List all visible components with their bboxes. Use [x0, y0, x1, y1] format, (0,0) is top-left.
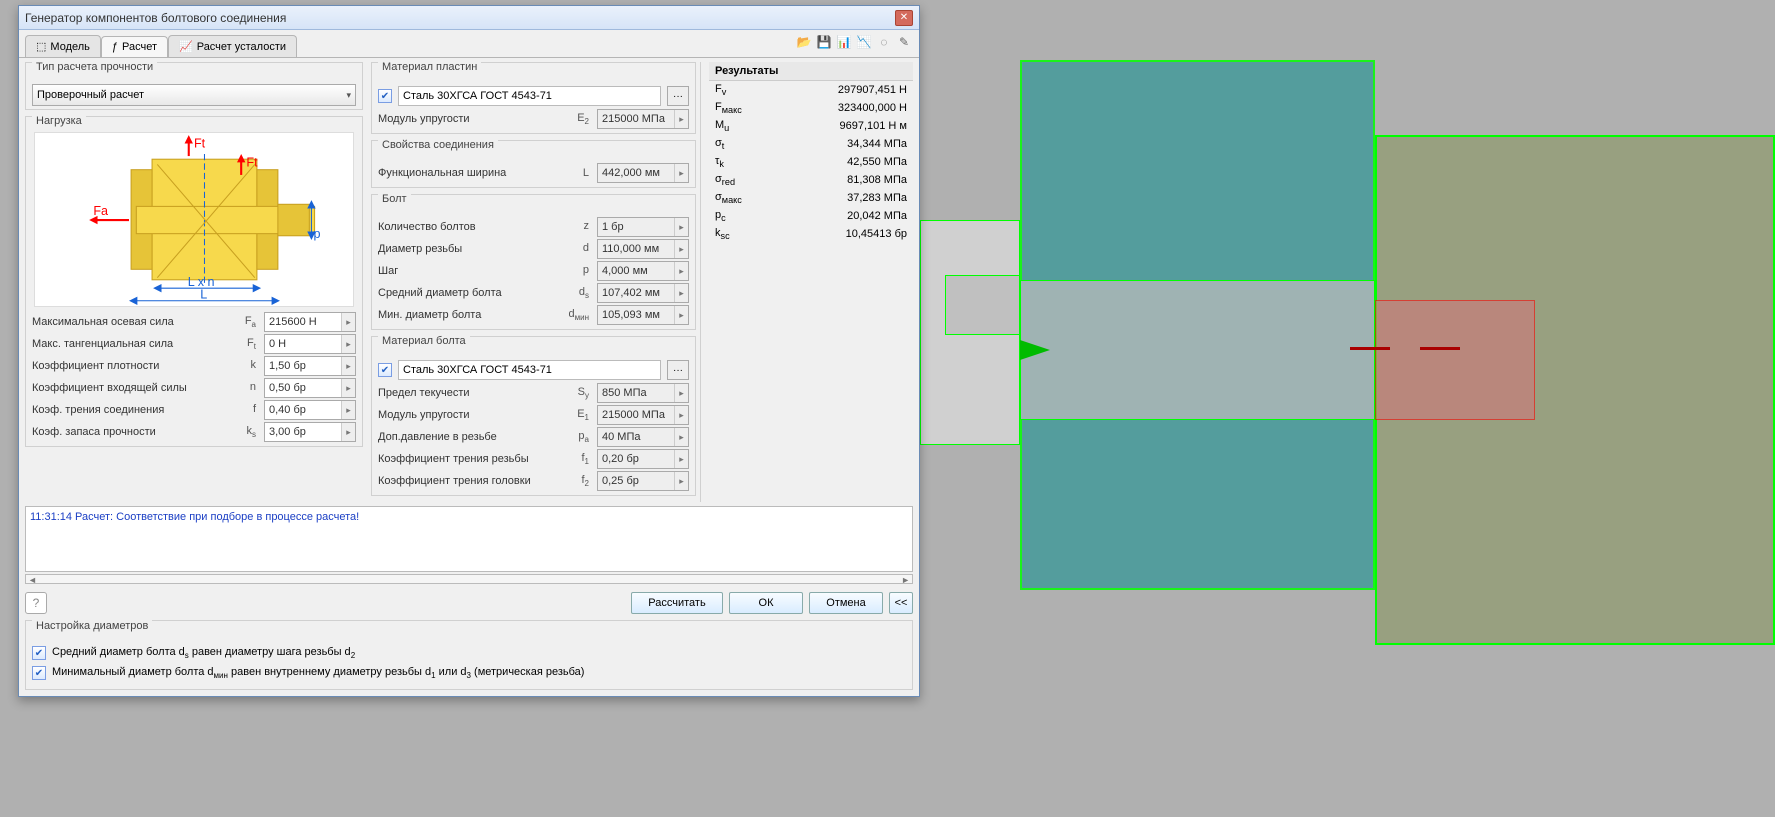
help-button[interactable]: ? [25, 592, 47, 614]
param-row: Шаг p 4,000 мм▸ [378, 260, 689, 282]
hide-icon[interactable]: ◌ [875, 33, 893, 51]
horizontal-scrollbar[interactable] [25, 574, 913, 584]
param-row: Макс. тангенциальная сила Ft 0 Н▸ [32, 333, 356, 355]
result-row: pc20,042 МПа [709, 207, 913, 225]
bolt-material-browse[interactable]: ··· [667, 360, 689, 380]
param-row: Максимальная осевая сила Fa 215600 Н▸ [32, 311, 356, 333]
tab-calc[interactable]: ƒ Расчет [101, 36, 168, 57]
connection-props-group: Свойства соединения Функциональная ширин… [371, 140, 696, 188]
conn-length-field[interactable]: 442,000 мм▸ [597, 163, 689, 183]
viewport-block [1020, 280, 1375, 420]
param-row: Коэффициент трения головки f2 0,25 бр▸ [378, 470, 689, 492]
calculate-button[interactable]: Рассчитать [631, 592, 723, 614]
bolt-generator-dialog: Генератор компонентов болтового соединен… [18, 5, 920, 697]
mean-diameter-checkbox[interactable]: ✔ [32, 646, 46, 660]
param-field[interactable]: 107,402 мм▸ [597, 283, 689, 303]
force-arrow-icon [1020, 340, 1050, 360]
force-arrow-icon [1420, 347, 1460, 350]
plate-material-checkbox[interactable]: ✔ [378, 89, 392, 103]
param-row: Мин. диаметр болта dмин 105,093 мм▸ [378, 304, 689, 326]
param-row: Доп.давление в резьбе pa 40 МПа▸ [378, 426, 689, 448]
param-field[interactable]: 1,50 бр▸ [264, 356, 356, 376]
plate-e2-field[interactable]: 215000 МПа▸ [597, 109, 689, 129]
result-row: Mu9697,101 Н м [709, 117, 913, 135]
close-icon[interactable]: ✕ [895, 10, 913, 26]
calc-type-select[interactable]: Проверочный расчет [32, 84, 356, 106]
open-icon[interactable]: 📂 [795, 33, 813, 51]
param-field[interactable]: 215000 МПа▸ [597, 405, 689, 425]
param-field[interactable]: 105,093 мм▸ [597, 305, 689, 325]
svg-text:L: L [200, 288, 207, 302]
ok-button[interactable]: ОК [729, 592, 803, 614]
param-row: Коэффициент трения резьбы f1 0,20 бр▸ [378, 448, 689, 470]
param-row: Средний диаметр болта ds 107,402 мм▸ [378, 282, 689, 304]
param-field[interactable]: 215600 Н▸ [264, 312, 356, 332]
param-row: Предел текучести Sy 850 МПа▸ [378, 382, 689, 404]
diameter-settings-group: Настройка диаметров ✔ Средний диаметр бо… [25, 620, 913, 690]
model-viewport[interactable] [920, 0, 1775, 817]
result-row: Fv297907,451 Н [709, 81, 913, 99]
model-icon: ⬚ [36, 40, 46, 53]
svg-text:Fa: Fa [93, 204, 108, 218]
param-row: Модуль упругости E1 215000 МПа▸ [378, 404, 689, 426]
plate-material-browse[interactable]: ··· [667, 86, 689, 106]
fatigue-icon: 📈 [179, 40, 193, 53]
min-diameter-checkbox[interactable]: ✔ [32, 666, 46, 680]
svg-text:Ft: Ft [194, 137, 206, 151]
result-row: τk42,550 МПа [709, 153, 913, 171]
result-row: ksc10,45413 бр [709, 225, 913, 243]
calc-type-group: Тип расчета прочности Проверочный расчет [25, 62, 363, 110]
plate-material-group: Материал пластин ✔ Сталь 30ХГСА ГОСТ 454… [371, 62, 696, 134]
svg-text:Ft: Ft [246, 156, 258, 170]
viewport-block [1375, 300, 1535, 420]
svg-text:p: p [314, 227, 321, 241]
result-row: σмакс37,283 МПа [709, 189, 913, 207]
cancel-button[interactable]: Отмена [809, 592, 883, 614]
bolt-material-group: Материал болта ✔ Сталь 30ХГСА ГОСТ 4543-… [371, 336, 696, 496]
param-field[interactable]: 40 МПа▸ [597, 427, 689, 447]
viewport-block [945, 275, 1020, 335]
param-row: Коэффициент входящей силы n 0,50 бр▸ [32, 377, 356, 399]
chart-icon[interactable]: 📊 [835, 33, 853, 51]
bolt-group: Болт Количество болтов z 1 бр▸Диаметр ре… [371, 194, 696, 330]
calc-icon: ƒ [112, 41, 118, 53]
param-row: Коэф. запаса прочности ks 3,00 бр▸ [32, 421, 356, 443]
param-field[interactable]: 0,50 бр▸ [264, 378, 356, 398]
param-field[interactable]: 1 бр▸ [597, 217, 689, 237]
edit-icon[interactable]: ✎ [895, 33, 913, 51]
param-row: Количество болтов z 1 бр▸ [378, 216, 689, 238]
tab-model[interactable]: ⬚ Модель [25, 35, 101, 57]
save-icon[interactable]: 💾 [815, 33, 833, 51]
param-row: Коэф. трения соединения f 0,40 бр▸ [32, 399, 356, 421]
result-row: Fмакс323400,000 Н [709, 99, 913, 117]
param-field[interactable]: 110,000 мм▸ [597, 239, 689, 259]
bolt-material-checkbox[interactable]: ✔ [378, 363, 392, 377]
calculation-log[interactable]: 11:31:14 Расчет: Соответствие при подбор… [25, 506, 913, 572]
force-arrow-icon [1350, 347, 1390, 350]
param-row: Коэффициент плотности k 1,50 бр▸ [32, 355, 356, 377]
param-field[interactable]: 3,00 бр▸ [264, 422, 356, 442]
param-field[interactable]: 0,40 бр▸ [264, 400, 356, 420]
param-field[interactable]: 4,000 мм▸ [597, 261, 689, 281]
collapse-button[interactable]: << [889, 592, 913, 614]
param-field[interactable]: 850 МПа▸ [597, 383, 689, 403]
tab-row: ⬚ Модель ƒ Расчет 📈 Расчет усталости 📂 💾… [19, 30, 919, 58]
result-row: σred81,308 МПа [709, 171, 913, 189]
tab-fatigue[interactable]: 📈 Расчет усталости [168, 35, 297, 57]
param-field[interactable]: 0,20 бр▸ [597, 449, 689, 469]
param-field[interactable]: 0,25 бр▸ [597, 471, 689, 491]
bolt-material-name: Сталь 30ХГСА ГОСТ 4543-71 [398, 360, 661, 380]
param-row: Диаметр резьбы d 110,000 мм▸ [378, 238, 689, 260]
fatigue-chart-icon[interactable]: 📉 [855, 33, 873, 51]
dialog-titlebar[interactable]: Генератор компонентов болтового соединен… [19, 6, 919, 30]
results-panel: Результаты Fv297907,451 НFмакс323400,000… [709, 62, 913, 502]
load-group: Нагрузка Ft Ft [25, 116, 363, 447]
dialog-title: Генератор компонентов болтового соединен… [25, 11, 286, 25]
plate-material-name: Сталь 30ХГСА ГОСТ 4543-71 [398, 86, 661, 106]
bolt-sketch: Ft Ft Fa p L x n L [34, 132, 354, 307]
param-field[interactable]: 0 Н▸ [264, 334, 356, 354]
result-row: σt34,344 МПа [709, 135, 913, 153]
